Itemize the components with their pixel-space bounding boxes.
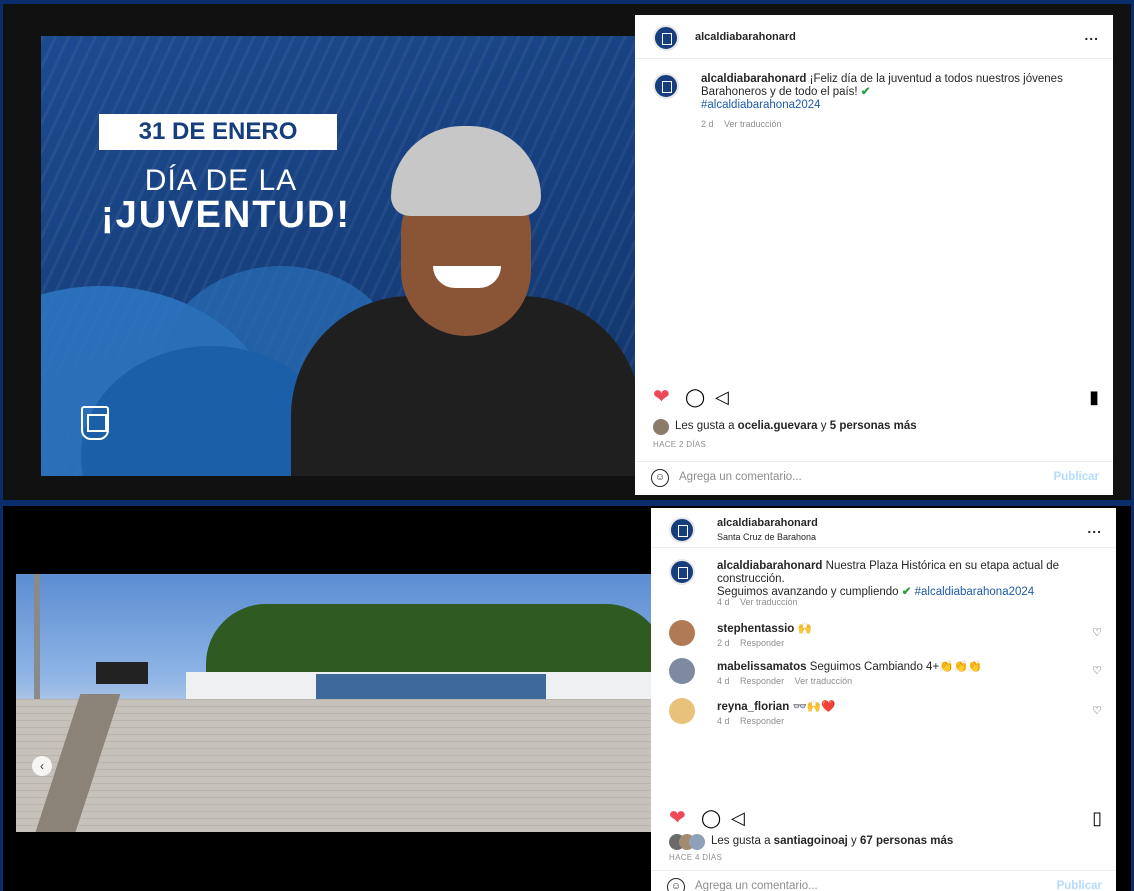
- comment-input[interactable]: Agrega un comentario...: [695, 880, 818, 891]
- likes-others[interactable]: 67 personas más: [860, 835, 953, 847]
- comment-like-icon[interactable]: ♡: [1092, 626, 1102, 639]
- post-header: alcaldiabarahonard ...: [635, 15, 1113, 59]
- comment-time: 4 d: [717, 716, 730, 726]
- share-icon[interactable]: ◁: [731, 808, 745, 828]
- likes-summary[interactable]: Les gusta a ocelia.guevara y 5 personas …: [675, 420, 917, 432]
- bookmark-icon[interactable]: ▮: [1089, 387, 1099, 407]
- reply-link[interactable]: Responder: [740, 676, 784, 686]
- post-1: 31 DE ENERO DÍA DE LA ¡JUVENTUD! alcaldi…: [3, 4, 1131, 500]
- comment-text: 👓🙌❤️: [792, 701, 836, 713]
- bookmark-icon[interactable]: ▯: [1092, 808, 1102, 828]
- emoji-icon[interactable]: ☺: [651, 469, 669, 487]
- check-icon: ✔: [901, 586, 912, 598]
- publish-button[interactable]: Publicar: [1057, 880, 1102, 891]
- comment-text: 🙌: [797, 623, 812, 635]
- young-man-photo: [281, 126, 637, 476]
- comment-user[interactable]: reyna_florian: [717, 701, 789, 713]
- comment-time: 2 d: [717, 638, 730, 648]
- comment-text: Seguimos Cambiando 4+👏👏👏: [809, 661, 983, 673]
- avatar[interactable]: [653, 25, 679, 51]
- comment-box: ☺ Agrega un comentario... Publicar: [651, 870, 1116, 891]
- comment-like-icon[interactable]: ♡: [1092, 664, 1102, 677]
- translate-link[interactable]: Ver traducción: [795, 676, 853, 686]
- caption: alcaldiabarahonard ¡Feliz día de la juve…: [701, 73, 1091, 112]
- header-username[interactable]: alcaldiabarahonard: [695, 31, 796, 43]
- mural: [316, 674, 546, 700]
- share-icon[interactable]: ◁: [715, 387, 729, 407]
- comment-body: stephentassio 🙌: [717, 621, 812, 635]
- check-icon: ✔: [860, 86, 871, 98]
- caption-avatar[interactable]: [653, 73, 679, 99]
- post-1-sidebar: alcaldiabarahonard ... alcaldiabarahonar…: [635, 15, 1113, 495]
- caption-time: 2 d: [701, 119, 714, 129]
- post-1-image[interactable]: 31 DE ENERO DÍA DE LA ¡JUVENTUD!: [41, 36, 637, 476]
- caption-time: 4 d: [717, 597, 730, 607]
- liker-avatar[interactable]: [689, 834, 705, 850]
- avatar[interactable]: [669, 517, 695, 543]
- comment-user[interactable]: stephentassio: [717, 623, 794, 635]
- header-username[interactable]: alcaldiabarahonard: [717, 517, 818, 529]
- comment-icon[interactable]: ◯: [701, 808, 721, 828]
- comment-body: reyna_florian 👓🙌❤️: [717, 699, 835, 713]
- comment-icon[interactable]: ◯: [685, 387, 705, 407]
- comment-body: mabelissamatos Seguimos Cambiando 4+👏👏👏: [717, 659, 982, 673]
- caption-username[interactable]: alcaldiabarahonard: [701, 73, 806, 85]
- municipal-crest-logo: [81, 406, 109, 440]
- comment-meta: 2 d Responder: [717, 638, 792, 648]
- caption-avatar[interactable]: [669, 559, 695, 585]
- header-location[interactable]: Santa Cruz de Barahona: [717, 532, 816, 542]
- comment-user[interactable]: mabelissamatos: [717, 661, 807, 673]
- caption-hashtag[interactable]: #alcaldiabarahona2024: [701, 99, 821, 111]
- billboard: [96, 662, 148, 684]
- caption-hashtag[interactable]: #alcaldiabarahona2024: [915, 586, 1035, 598]
- post-timestamp: HACE 2 DÍAS: [653, 440, 707, 449]
- commenter-avatar[interactable]: [669, 658, 695, 684]
- liker-avatar[interactable]: [653, 419, 669, 435]
- commenter-avatar[interactable]: [669, 620, 695, 646]
- utility-pole: [34, 574, 40, 704]
- likes-user[interactable]: santiagoinoaj: [774, 835, 848, 847]
- likes-prefix: Les gusta a: [675, 420, 735, 432]
- comment-box: ☺ Agrega un comentario... Publicar: [635, 461, 1113, 495]
- post-timestamp: HACE 4 DÍAS: [669, 853, 723, 862]
- post-header: alcaldiabarahonard Santa Cruz de Barahon…: [651, 508, 1116, 548]
- comment-like-icon[interactable]: ♡: [1092, 704, 1102, 717]
- post-2-image[interactable]: ‹: [16, 574, 651, 832]
- translate-link[interactable]: Ver traducción: [724, 119, 782, 129]
- reply-link[interactable]: Responder: [740, 638, 784, 648]
- caption-username[interactable]: alcaldiabarahonard: [717, 560, 822, 572]
- commenter-avatar[interactable]: [669, 698, 695, 724]
- post-2-sidebar: alcaldiabarahonard Santa Cruz de Barahon…: [651, 508, 1116, 891]
- likes-joiner: y: [851, 835, 857, 847]
- caption-meta: 4 d Ver traducción: [717, 597, 806, 607]
- post-2: ‹ alcaldiabarahonard Santa Cruz de Barah…: [3, 506, 1131, 891]
- emoji-icon[interactable]: ☺: [667, 878, 685, 891]
- more-icon[interactable]: ...: [1084, 27, 1099, 43]
- more-icon[interactable]: ...: [1087, 520, 1102, 536]
- likes-others[interactable]: 5 personas más: [830, 420, 917, 432]
- likes-joiner: y: [820, 420, 827, 432]
- comment-meta: 4 d Responder: [717, 716, 792, 726]
- likes-prefix: Les gusta a: [711, 835, 771, 847]
- likes-user[interactable]: ocelia.guevara: [738, 420, 818, 432]
- publish-button[interactable]: Publicar: [1054, 471, 1099, 483]
- comment-time: 4 d: [717, 676, 730, 686]
- heart-icon[interactable]: ❤: [653, 387, 670, 407]
- likes-summary[interactable]: Les gusta a santiagoinoaj y 67 personas …: [711, 835, 953, 847]
- caption-meta: 2 d Ver traducción: [701, 119, 790, 129]
- heart-icon[interactable]: ❤: [669, 808, 686, 828]
- comment-meta: 4 d Responder Ver traducción: [717, 676, 860, 686]
- caption: alcaldiabarahonard Nuestra Plaza Históri…: [717, 560, 1102, 599]
- translate-link[interactable]: Ver traducción: [740, 597, 798, 607]
- chevron-left-icon[interactable]: ‹: [32, 756, 52, 776]
- reply-link[interactable]: Responder: [740, 716, 784, 726]
- comment-input[interactable]: Agrega un comentario...: [679, 471, 802, 483]
